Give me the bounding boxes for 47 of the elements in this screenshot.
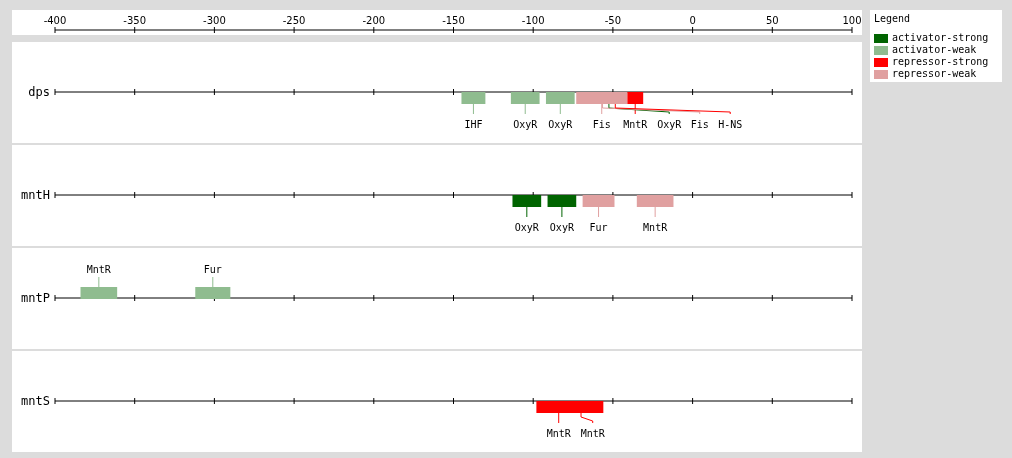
leader-line: [472, 103, 474, 115]
site-label: OxyR: [657, 119, 682, 130]
leader-line: [526, 206, 528, 218]
leader-line: [558, 412, 560, 424]
gene-name: mntP: [21, 291, 50, 305]
site-label: MntR: [546, 428, 571, 439]
site-label: IHF: [464, 119, 483, 130]
site-label: MntR: [623, 119, 648, 130]
gene-name: dps: [28, 85, 50, 99]
site-label: OxyR: [514, 222, 539, 233]
axis-label: -200: [362, 15, 386, 26]
leader-line: [524, 103, 526, 115]
site-label: H-NS: [718, 119, 743, 130]
legend-title: Legend: [874, 13, 912, 24]
legend-label: activator-weak: [892, 44, 977, 56]
axis-label: -100: [521, 15, 545, 26]
axis-label: -400: [43, 15, 67, 26]
site-label: MntR: [86, 264, 111, 275]
legend-label: repressor-weak: [892, 68, 977, 80]
site-label: OxyR: [549, 222, 574, 233]
axis-label: 50: [765, 15, 779, 26]
leader-line: [559, 103, 561, 115]
axis-label: 100: [842, 15, 862, 26]
axis-label: -250: [282, 15, 306, 26]
leader-line: [580, 412, 594, 424]
axis-label: -350: [123, 15, 147, 26]
leader-line: [598, 206, 600, 218]
site-label: Fur: [589, 222, 608, 233]
gene-name: mntH: [21, 188, 50, 202]
site-label: OxyR: [548, 119, 573, 130]
site-label: OxyR: [513, 119, 538, 130]
leader-line: [654, 206, 656, 218]
axis-label: -50: [604, 15, 622, 26]
gene-name: mntS: [21, 394, 50, 408]
site-label: MntR: [643, 222, 668, 233]
leader-line: [212, 276, 214, 288]
site-label: Fis: [690, 119, 709, 130]
legend-label: repressor-strong: [892, 56, 989, 68]
leader-line: [561, 206, 563, 218]
axis-label: 0: [689, 15, 696, 26]
legend-label: activator-strong: [892, 32, 989, 44]
site-label: Fis: [592, 119, 611, 130]
axis-label: -150: [442, 15, 465, 26]
axis-label: -300: [203, 15, 226, 26]
site-label: Fur: [203, 264, 222, 275]
site-label: MntR: [580, 428, 605, 439]
leader-line: [98, 276, 100, 288]
